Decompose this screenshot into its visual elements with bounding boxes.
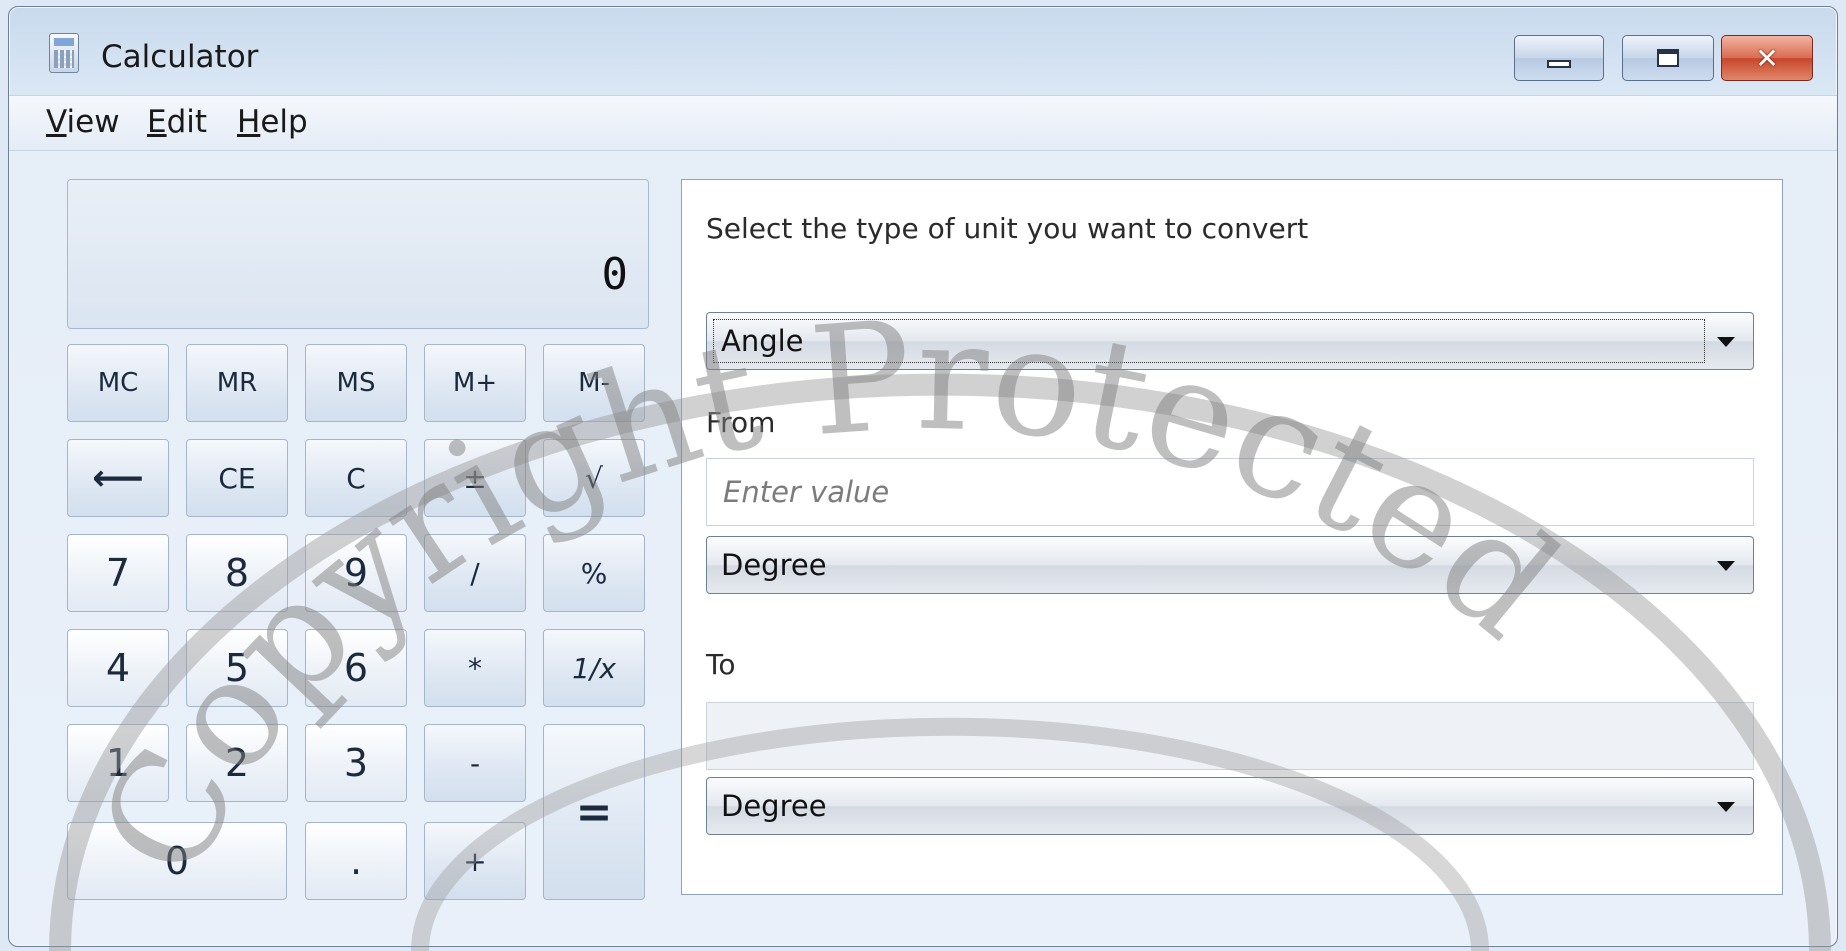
- key-7[interactable]: 7: [67, 534, 169, 612]
- key-mr[interactable]: MR: [186, 344, 288, 422]
- key-8[interactable]: 8: [186, 534, 288, 612]
- key-sqrt[interactable]: √: [543, 439, 645, 517]
- maximize-button[interactable]: [1622, 35, 1714, 81]
- window-title: Calculator: [101, 39, 259, 75]
- key-m-plus[interactable]: M+: [424, 344, 526, 422]
- key-equals[interactable]: =: [543, 724, 645, 900]
- key-4[interactable]: 4: [67, 629, 169, 707]
- close-icon: ✕: [1755, 41, 1779, 75]
- key-3[interactable]: 3: [305, 724, 407, 802]
- menu-view[interactable]: View: [46, 104, 120, 140]
- minimize-button[interactable]: [1514, 35, 1604, 81]
- key-6[interactable]: 6: [305, 629, 407, 707]
- focus-ring: [713, 319, 1705, 363]
- from-label: From: [706, 406, 776, 439]
- calculator-window: Calculator ✕ View Edit Help 0 MC MR MS M…: [8, 6, 1838, 947]
- minimize-icon: [1547, 60, 1571, 68]
- title-bar[interactable]: Calculator ✕: [9, 7, 1837, 95]
- key-ce[interactable]: CE: [186, 439, 288, 517]
- result-display: 0: [67, 179, 649, 329]
- unit-conversion-panel: Select the type of unit you want to conv…: [681, 179, 1783, 895]
- key-reciprocal[interactable]: 1/x: [543, 629, 645, 707]
- calculator-icon: [49, 33, 79, 73]
- key-mc[interactable]: MC: [67, 344, 169, 422]
- key-percent[interactable]: %: [543, 534, 645, 612]
- chevron-down-icon: [1717, 337, 1735, 347]
- to-value-output: [706, 702, 1754, 770]
- conversion-prompt: Select the type of unit you want to conv…: [706, 212, 1309, 245]
- unit-type-select[interactable]: Angle: [706, 312, 1754, 370]
- from-unit-select[interactable]: Degree: [706, 536, 1754, 594]
- key-0[interactable]: 0: [67, 822, 287, 900]
- key-ms[interactable]: MS: [305, 344, 407, 422]
- key-plus-minus[interactable]: ±: [424, 439, 526, 517]
- menu-bar: View Edit Help: [9, 95, 1837, 151]
- key-1[interactable]: 1: [67, 724, 169, 802]
- maximize-icon: [1657, 49, 1679, 67]
- backspace-key[interactable]: ⟵: [67, 439, 169, 517]
- key-c[interactable]: C: [305, 439, 407, 517]
- display-value: 0: [601, 249, 629, 300]
- key-2[interactable]: 2: [186, 724, 288, 802]
- menu-edit[interactable]: Edit: [147, 104, 207, 140]
- key-subtract[interactable]: -: [424, 724, 526, 802]
- key-5[interactable]: 5: [186, 629, 288, 707]
- to-unit-select[interactable]: Degree: [706, 777, 1754, 835]
- chevron-down-icon: [1717, 561, 1735, 571]
- key-9[interactable]: 9: [305, 534, 407, 612]
- from-unit-value: Degree: [721, 548, 827, 582]
- close-button[interactable]: ✕: [1721, 35, 1813, 81]
- key-add[interactable]: +: [424, 822, 526, 900]
- to-unit-value: Degree: [721, 789, 827, 823]
- key-divide[interactable]: /: [424, 534, 526, 612]
- to-label: To: [706, 648, 736, 681]
- chevron-down-icon: [1717, 802, 1735, 812]
- key-m-minus[interactable]: M-: [543, 344, 645, 422]
- key-multiply[interactable]: *: [424, 629, 526, 707]
- from-value-input[interactable]: Enter value: [706, 458, 1754, 526]
- key-decimal[interactable]: .: [305, 822, 407, 900]
- menu-help[interactable]: Help: [237, 104, 308, 140]
